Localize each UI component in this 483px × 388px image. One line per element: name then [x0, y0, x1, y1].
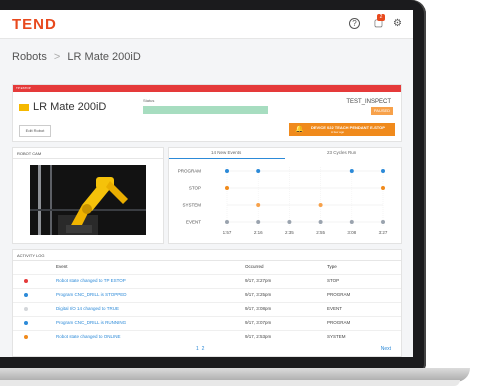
event-occurred: 9/17, 3:08pm [245, 306, 272, 311]
x-tick-label: 2:55 [316, 230, 325, 235]
app-screen: TEND ? ▢ 2 ⚙ Robots > LR Mate 200iD TP E… [0, 10, 413, 357]
breadcrumb: Robots > LR Mate 200iD [12, 51, 141, 63]
event-point [318, 203, 323, 207]
event-occurred: 9/17, 3:07pm [245, 320, 272, 325]
event-occurred: 9/17, 2:53pm [245, 334, 272, 339]
event-link[interactable]: Digital I/O 14 changed to TRUE [56, 306, 119, 311]
tab-new-events[interactable]: 14 New Events [211, 150, 241, 155]
page-2-link[interactable]: 2 [202, 346, 205, 352]
y-axis-label: SYSTEM [182, 203, 201, 208]
activity-log-title: ACTIVITY LOG [17, 253, 45, 258]
robot-brand-icon [19, 104, 29, 111]
robot-camera-image [30, 165, 146, 235]
status-bar [143, 106, 268, 114]
laptop-base-shadow [0, 380, 460, 386]
event-type: STOP [327, 278, 340, 283]
event-type: EVENT [327, 306, 343, 311]
pagination: 1 2 [196, 346, 204, 352]
event-occurred: 9/17, 3:27pm [245, 278, 272, 283]
event-point [349, 169, 354, 173]
card-divider [13, 158, 163, 159]
gear-icon[interactable]: ⚙ [392, 18, 403, 29]
event-link[interactable]: Program CNC_DRILL is STOPPED [56, 292, 127, 297]
alert-strip-text: TP ESTOP [16, 86, 31, 90]
breadcrumb-robots[interactable]: Robots [12, 51, 47, 63]
event-point [225, 169, 229, 173]
y-axis-label: PROGRAM [178, 169, 202, 174]
edit-robot-button[interactable]: Edit Robot [19, 125, 51, 137]
event-point [256, 169, 261, 173]
card-divider [13, 260, 401, 261]
event-point [349, 220, 354, 224]
bell-icon: 🔔 [295, 126, 304, 133]
y-axis-label: EVENT [186, 220, 201, 225]
x-tick-label: 1:57 [223, 230, 232, 235]
tend-logo[interactable]: TEND [12, 16, 57, 33]
event-type-dot [24, 335, 28, 339]
events-card: 14 New Events 23 Cycles Run PROGRAM STOP S… [168, 147, 402, 244]
column-event[interactable]: Event [56, 264, 68, 269]
x-tick-label: 2:35 [285, 230, 294, 235]
x-tick-label: 2:16 [254, 230, 263, 235]
table-row[interactable]: Robot state changed to ONLINE 9/17, 2:53p… [13, 330, 401, 345]
table-row[interactable]: Program CNC_DRILL is STOPPED 9/17, 3:25pm… [13, 288, 401, 303]
robot-state: TEST_INSPECT [346, 99, 391, 105]
event-point [287, 220, 292, 224]
page-1-link[interactable]: 1 [196, 346, 199, 352]
column-occurred[interactable]: Occurred [245, 264, 264, 269]
estop-alert-strip: TP ESTOP [13, 85, 401, 92]
robot-cam-card: ROBOT CAM [12, 147, 164, 244]
event-point [381, 186, 385, 190]
event-type-dot [24, 279, 28, 283]
paused-badge: PAUSED [371, 107, 393, 115]
table-row[interactable]: Robot state changed to TP ESTOP 9/17, 3:2… [13, 274, 401, 289]
events-timeline-chart: PROGRAM STOP SYSTEM EVENT 1:57 2:16 2:35 2:55 3:… [178, 167, 388, 235]
x-tick-label: 3:08 [347, 230, 356, 235]
column-type[interactable]: Type [327, 264, 337, 269]
help-icon[interactable]: ? [349, 18, 360, 29]
event-occurred: 9/17, 3:25pm [245, 292, 272, 297]
event-point [381, 169, 385, 173]
event-point [225, 186, 229, 190]
event-type-dot [24, 307, 28, 311]
laptop-frame: TEND ? ▢ 2 ⚙ Robots > LR Mate 200iD TP E… [0, 0, 426, 372]
event-point [256, 220, 261, 224]
event-link[interactable]: Program CNC_DRILL is RUNNING [56, 320, 126, 325]
status-label: Status [143, 98, 155, 103]
event-link[interactable]: Robot state changed to TP ESTOP [56, 278, 126, 283]
alert-time: A few ago [331, 130, 345, 134]
breadcrumb-current: LR Mate 200iD [67, 51, 141, 63]
robot-cam-title: ROBOT CAM [17, 151, 42, 156]
robot-summary-card: TP ESTOP LR Mate 200iD Status TEST_INSPE… [12, 84, 402, 142]
alert-title: DEVICE 022 TEACH PENDANT E-STOP [311, 125, 385, 130]
event-link[interactable]: Robot state changed to ONLINE [56, 334, 121, 339]
event-type: SYSTEM [327, 334, 346, 339]
robot-camera-feed[interactable] [30, 165, 146, 235]
notification-badge: 2 [377, 14, 385, 21]
top-navbar: TEND ? ▢ 2 ⚙ [0, 10, 413, 39]
tab-cycles-run[interactable]: 23 Cycles Run [327, 150, 356, 155]
event-type-dot [24, 321, 28, 325]
event-type-dot [24, 293, 28, 297]
teach-pendant-alert-button[interactable]: 🔔 DEVICE 022 TEACH PENDANT E-STOP A few … [289, 123, 395, 136]
event-point [381, 220, 385, 224]
event-point [318, 220, 323, 224]
activity-log-card: ACTIVITY LOG Event Occurred Type Robot s… [12, 249, 402, 357]
table-row[interactable]: Digital I/O 14 changed to TRUE 9/17, 3:08… [13, 302, 401, 317]
x-tick-label: 3:27 [379, 230, 388, 235]
event-point [225, 220, 229, 224]
next-page-link[interactable]: Next [381, 346, 391, 352]
robot-name: LR Mate 200iD [33, 101, 107, 113]
breadcrumb-separator: > [53, 51, 61, 63]
event-type: PROGRAM [327, 292, 351, 297]
event-point [256, 203, 261, 207]
event-type: PROGRAM [327, 320, 351, 325]
y-axis-label: STOP [189, 186, 201, 191]
table-row[interactable]: Program CNC_DRILL is RUNNING 9/17, 3:07pm… [13, 316, 401, 331]
